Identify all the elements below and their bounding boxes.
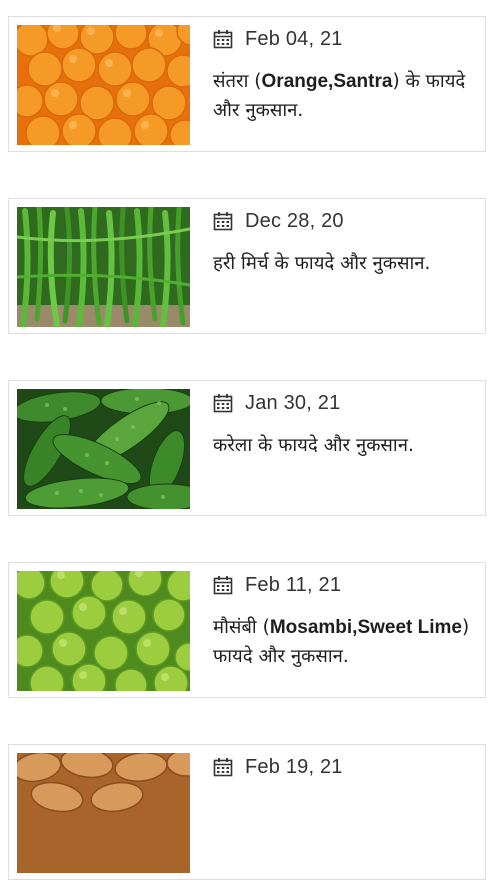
title-text: संतरा ( xyxy=(213,71,262,92)
article-thumbnail-oranges[interactable] xyxy=(17,25,190,145)
title-latin: Mosambi,Sweet Lime xyxy=(269,617,462,638)
article-title[interactable]: करेला के फायदे और नुकसान. xyxy=(213,431,477,460)
article-card[interactable]: Jan 30, 21 करेला के फायदे और नुकसान. xyxy=(8,380,486,516)
article-card[interactable]: Dec 28, 20 हरी मिर्च के फायदे और नुकसान. xyxy=(8,198,486,334)
article-meta: Jan 30, 21 करेला के फायदे और नुकसान. xyxy=(213,391,477,460)
date-row: Feb 19, 21 xyxy=(213,755,477,779)
article-card[interactable]: Feb 19, 21 xyxy=(8,744,486,880)
article-card[interactable]: Feb 04, 21 संतरा (Orange,Santra) के फायद… xyxy=(8,16,486,152)
calendar-icon xyxy=(213,576,233,595)
article-thumbnail-green-chillies[interactable] xyxy=(17,207,190,327)
article-date: Feb 04, 21 xyxy=(245,27,343,50)
title-text: करेला के फायदे और नुकसान. xyxy=(213,435,414,456)
calendar-icon xyxy=(213,758,233,777)
dates-image xyxy=(17,753,190,873)
article-card[interactable]: Feb 11, 21 मौसंबी (Mosambi,Sweet Lime) फ… xyxy=(8,562,486,698)
date-row: Feb 04, 21 xyxy=(213,27,477,51)
article-meta: Feb 19, 21 xyxy=(213,755,477,779)
article-thumbnail-sweet-lime[interactable] xyxy=(17,571,190,691)
sweet-lime-image xyxy=(17,571,190,691)
article-date: Feb 11, 21 xyxy=(245,573,342,596)
article-date: Dec 28, 20 xyxy=(245,209,344,232)
article-list: Feb 04, 21 संतरा (Orange,Santra) के फायद… xyxy=(0,0,501,880)
article-title[interactable]: संतरा (Orange,Santra) के फायदे और नुकसान… xyxy=(213,67,477,125)
article-thumbnail-dates[interactable] xyxy=(17,753,190,873)
article-meta: Feb 04, 21 संतरा (Orange,Santra) के फायद… xyxy=(213,27,477,125)
date-row: Feb 11, 21 xyxy=(213,573,477,597)
title-text: हरी मिर्च के फायदे और नुकसान. xyxy=(213,253,431,274)
calendar-icon xyxy=(213,394,233,413)
green-chillies-image xyxy=(17,207,190,327)
article-title[interactable]: मौसंबी (Mosambi,Sweet Lime) फायदे और नुक… xyxy=(213,613,477,671)
calendar-icon xyxy=(213,30,233,49)
article-date: Jan 30, 21 xyxy=(245,391,341,414)
bitter-gourd-image xyxy=(17,389,190,509)
calendar-icon xyxy=(213,212,233,231)
article-meta: Feb 11, 21 मौसंबी (Mosambi,Sweet Lime) फ… xyxy=(213,573,477,671)
article-meta: Dec 28, 20 हरी मिर्च के फायदे और नुकसान. xyxy=(213,209,477,278)
date-row: Dec 28, 20 xyxy=(213,209,477,233)
date-row: Jan 30, 21 xyxy=(213,391,477,415)
title-text: मौसंबी ( xyxy=(213,617,270,638)
article-thumbnail-bitter-gourd[interactable] xyxy=(17,389,190,509)
oranges-image xyxy=(17,25,190,145)
article-date: Feb 19, 21 xyxy=(245,755,343,778)
article-title[interactable]: हरी मिर्च के फायदे और नुकसान. xyxy=(213,249,477,278)
title-latin: Orange,Santra xyxy=(261,71,393,92)
